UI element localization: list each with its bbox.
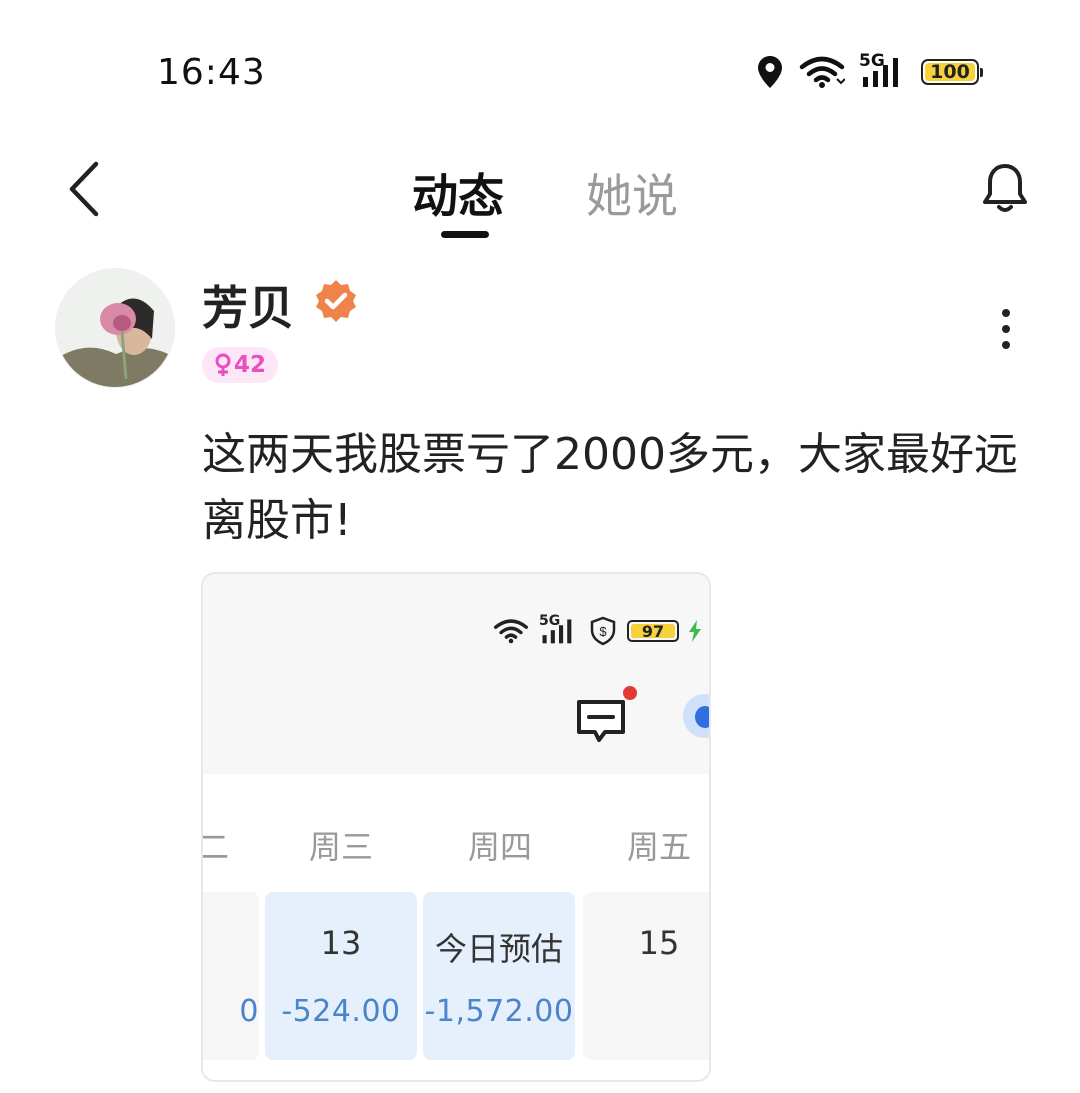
image-battery-icon: 97 — [627, 620, 679, 642]
bell-icon[interactable] — [980, 160, 1030, 216]
day-cell-today: 今日预估 -1,572.00 — [423, 892, 575, 1060]
battery-level: 100 — [930, 61, 970, 83]
back-arrow-icon[interactable] — [60, 158, 110, 220]
status-icons: 5G 100 — [755, 50, 983, 94]
day-label: 二 — [203, 822, 229, 868]
status-time: 16:43 — [157, 52, 266, 93]
cell-label: 今日预估 — [434, 930, 563, 968]
shield-dollar-icon: $ — [590, 616, 616, 646]
location-icon — [758, 56, 782, 88]
image-battery-level: 97 — [641, 621, 665, 641]
post-image[interactable]: 5G $ 97 二 周三 周四 周五 0 13 — [201, 572, 711, 1082]
day-label: 周四 — [468, 828, 533, 866]
cell-value: -524.00 — [281, 994, 401, 1029]
tab-dynamics[interactable]: 动态 — [412, 160, 504, 226]
wifi-icon — [799, 56, 845, 88]
cell-label: 13 — [320, 924, 362, 962]
age-label: 42 — [234, 352, 267, 378]
day-cell: 0 — [203, 892, 259, 1060]
female-icon — [215, 353, 231, 376]
cell-value: 0 — [239, 994, 259, 1029]
message-icon — [577, 700, 625, 742]
wifi-icon — [493, 619, 529, 644]
author-name[interactable]: 芳贝 — [202, 272, 294, 338]
day-label: 周三 — [309, 828, 374, 866]
battery-icon: 100 — [921, 59, 983, 85]
image-top-area — [203, 574, 709, 774]
cell-value: -1,572.00 — [424, 994, 574, 1029]
cellular-signal-icon: 5G — [859, 51, 907, 89]
author-avatar[interactable] — [55, 268, 175, 388]
charging-bolt-icon — [689, 620, 701, 642]
cellular-signal-icon: 5G — [539, 613, 579, 645]
day-cell: 15 — [583, 892, 709, 1060]
image-status-icons: 5G $ 97 — [493, 613, 701, 646]
gender-age-badge: 42 — [202, 347, 279, 383]
active-tab-indicator — [441, 231, 489, 238]
day-cell: 13 -524.00 — [265, 892, 417, 1060]
verified-badge-icon — [316, 280, 356, 322]
notification-dot — [623, 686, 637, 700]
day-label: 周五 — [627, 828, 692, 866]
cell-label: 15 — [638, 924, 680, 962]
more-options-icon[interactable] — [996, 308, 1016, 350]
svg-text:$: $ — [599, 624, 607, 639]
post-text: 这两天我股票亏了2000多元，大家最好远离股市! — [202, 429, 1018, 546]
tab-she-says[interactable]: 她说 — [586, 160, 678, 226]
